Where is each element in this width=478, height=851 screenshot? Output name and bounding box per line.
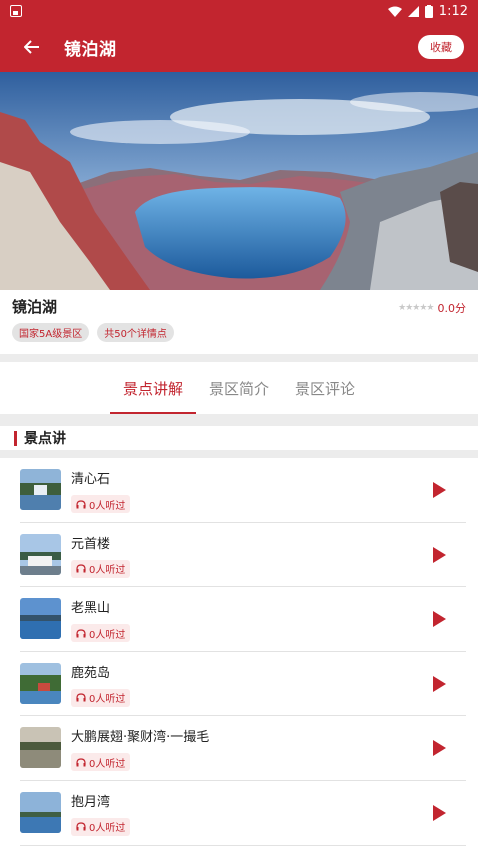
listen-count: 0人听过 bbox=[89, 694, 126, 706]
spot-row[interactable]: 老黑山 0人听过 bbox=[20, 587, 466, 652]
tab-bar: 景点讲解 景区简介 景区评论 bbox=[0, 362, 478, 414]
scenic-info: 镜泊湖 ★★★★★ 0.0分 国家5A级景区 共50个详情点 bbox=[0, 290, 478, 354]
play-icon[interactable] bbox=[433, 611, 446, 628]
play-icon[interactable] bbox=[433, 546, 446, 563]
status-bar: 1:12 bbox=[0, 0, 478, 22]
scenic-level-tag: 国家5A级景区 bbox=[12, 323, 90, 342]
tab-scenic-reviews[interactable]: 景区评论 bbox=[282, 362, 368, 414]
back-button[interactable] bbox=[0, 22, 64, 72]
spot-name: 老黑山 bbox=[71, 601, 111, 617]
headphones-icon bbox=[76, 564, 86, 573]
arrow-left-icon bbox=[24, 40, 39, 54]
spot-thumbnail bbox=[20, 791, 61, 833]
spot-thumbnail bbox=[20, 662, 61, 704]
spot-name: 鹿苑岛 bbox=[71, 665, 111, 681]
play-icon[interactable] bbox=[433, 804, 446, 821]
battery-icon bbox=[424, 4, 433, 18]
listen-count: 0人听过 bbox=[89, 500, 126, 512]
signal-icon bbox=[407, 5, 419, 17]
headphones-icon bbox=[76, 693, 86, 702]
listen-count: 0人听过 bbox=[89, 565, 126, 577]
spot-row[interactable]: 鹿苑岛 0人听过 bbox=[20, 652, 466, 717]
tab-scenic-intro[interactable]: 景区简介 bbox=[196, 362, 282, 414]
rating-score: 0.0分 bbox=[437, 302, 467, 315]
image-notification-icon bbox=[10, 5, 22, 17]
spot-name: 大鹏展翅·聚财湾·一撮毛 bbox=[71, 730, 210, 746]
play-icon[interactable] bbox=[433, 675, 446, 692]
spot-row[interactable]: 清心石 0人听过 bbox=[20, 458, 466, 523]
spot-row[interactable]: 元首楼 0人听过 bbox=[20, 523, 466, 588]
play-icon[interactable] bbox=[433, 482, 446, 498]
spot-row[interactable]: 大鹏展翅·聚财湾·一撮毛 0人听过 bbox=[20, 716, 466, 781]
page-title: 镜泊湖 bbox=[64, 39, 117, 60]
headphones-icon bbox=[76, 758, 86, 767]
listen-count: 0人听过 bbox=[89, 629, 126, 641]
headphones-icon bbox=[76, 822, 86, 831]
listen-count-badge: 0人听过 bbox=[71, 495, 131, 513]
detail-count-tag: 共50个详情点 bbox=[97, 323, 174, 342]
app-bar: 镜泊湖 收藏 bbox=[0, 22, 478, 72]
scenic-hero-image bbox=[0, 72, 478, 290]
spot-thumbnail bbox=[20, 469, 61, 510]
listen-count: 0人听过 bbox=[89, 823, 126, 835]
section-accent-bar bbox=[14, 430, 17, 446]
spot-row[interactable]: 抱月湾 0人听过 bbox=[20, 781, 466, 846]
listen-count-badge: 0人听过 bbox=[71, 624, 131, 643]
listen-count-badge: 0人听过 bbox=[71, 559, 131, 578]
wifi-icon bbox=[387, 6, 402, 17]
tab-spot-explanation[interactable]: 景点讲解 bbox=[110, 362, 196, 414]
rating: ★★★★★ 0.0分 bbox=[398, 300, 466, 316]
spot-name: 元首楼 bbox=[71, 536, 111, 552]
listen-count-badge: 0人听过 bbox=[71, 688, 131, 707]
spot-name: 抱月湾 bbox=[71, 794, 111, 810]
listen-count: 0人听过 bbox=[89, 758, 126, 770]
rating-stars: ★★★★★ bbox=[398, 303, 434, 313]
spot-thumbnail bbox=[20, 727, 61, 769]
spot-thumbnail bbox=[20, 533, 61, 575]
section-title: 景点讲 bbox=[24, 431, 66, 447]
headphones-icon bbox=[76, 499, 86, 508]
spot-thumbnail bbox=[20, 598, 61, 640]
section-header: 景点讲 bbox=[0, 426, 478, 450]
favorite-button[interactable]: 收藏 bbox=[418, 35, 464, 59]
play-icon[interactable] bbox=[433, 740, 446, 757]
listen-count-badge: 0人听过 bbox=[71, 753, 131, 772]
spot-name: 清心石 bbox=[71, 472, 111, 487]
status-time: 1:12 bbox=[438, 3, 468, 19]
headphones-icon bbox=[76, 629, 86, 638]
spot-list: 清心石 0人听过 元首楼 0人听过 老黑山 0人听过 鹿苑岛 0人听过 大鹏展翅… bbox=[0, 458, 478, 851]
listen-count-badge: 0人听过 bbox=[71, 817, 131, 836]
